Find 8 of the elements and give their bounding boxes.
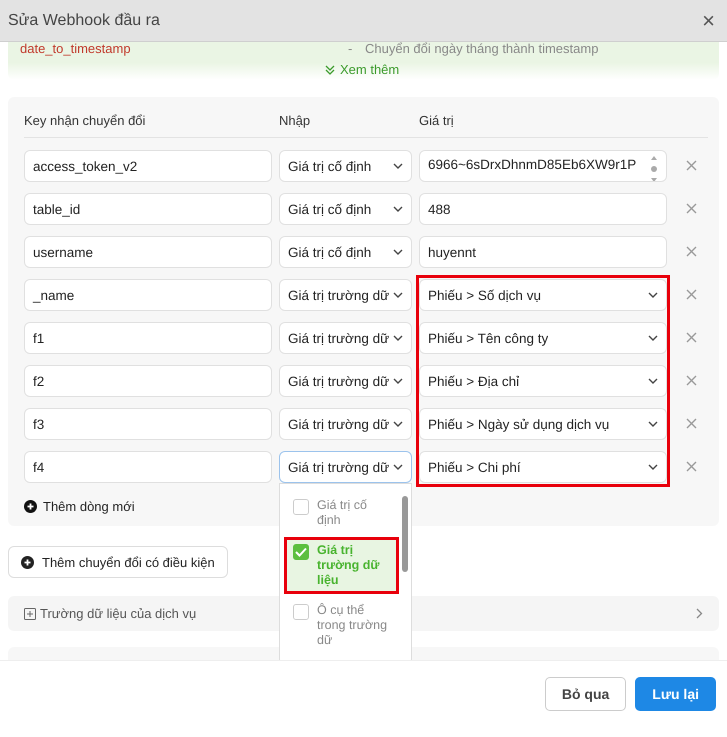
function-description: Chuyển đổi ngày tháng thành timestamp [365, 42, 598, 56]
separator: - [348, 42, 354, 56]
dialog-title: Sửa Webhook đầu ra [8, 12, 160, 30]
function-name: date_to_timestamp [20, 42, 132, 56]
section-title: Trường dữ liệu của dịch vụ [40, 606, 196, 621]
column-header: Nhập [279, 113, 312, 128]
column-header: Giá trị [419, 113, 455, 128]
column-header: Key nhận chuyển đổi [24, 113, 146, 128]
